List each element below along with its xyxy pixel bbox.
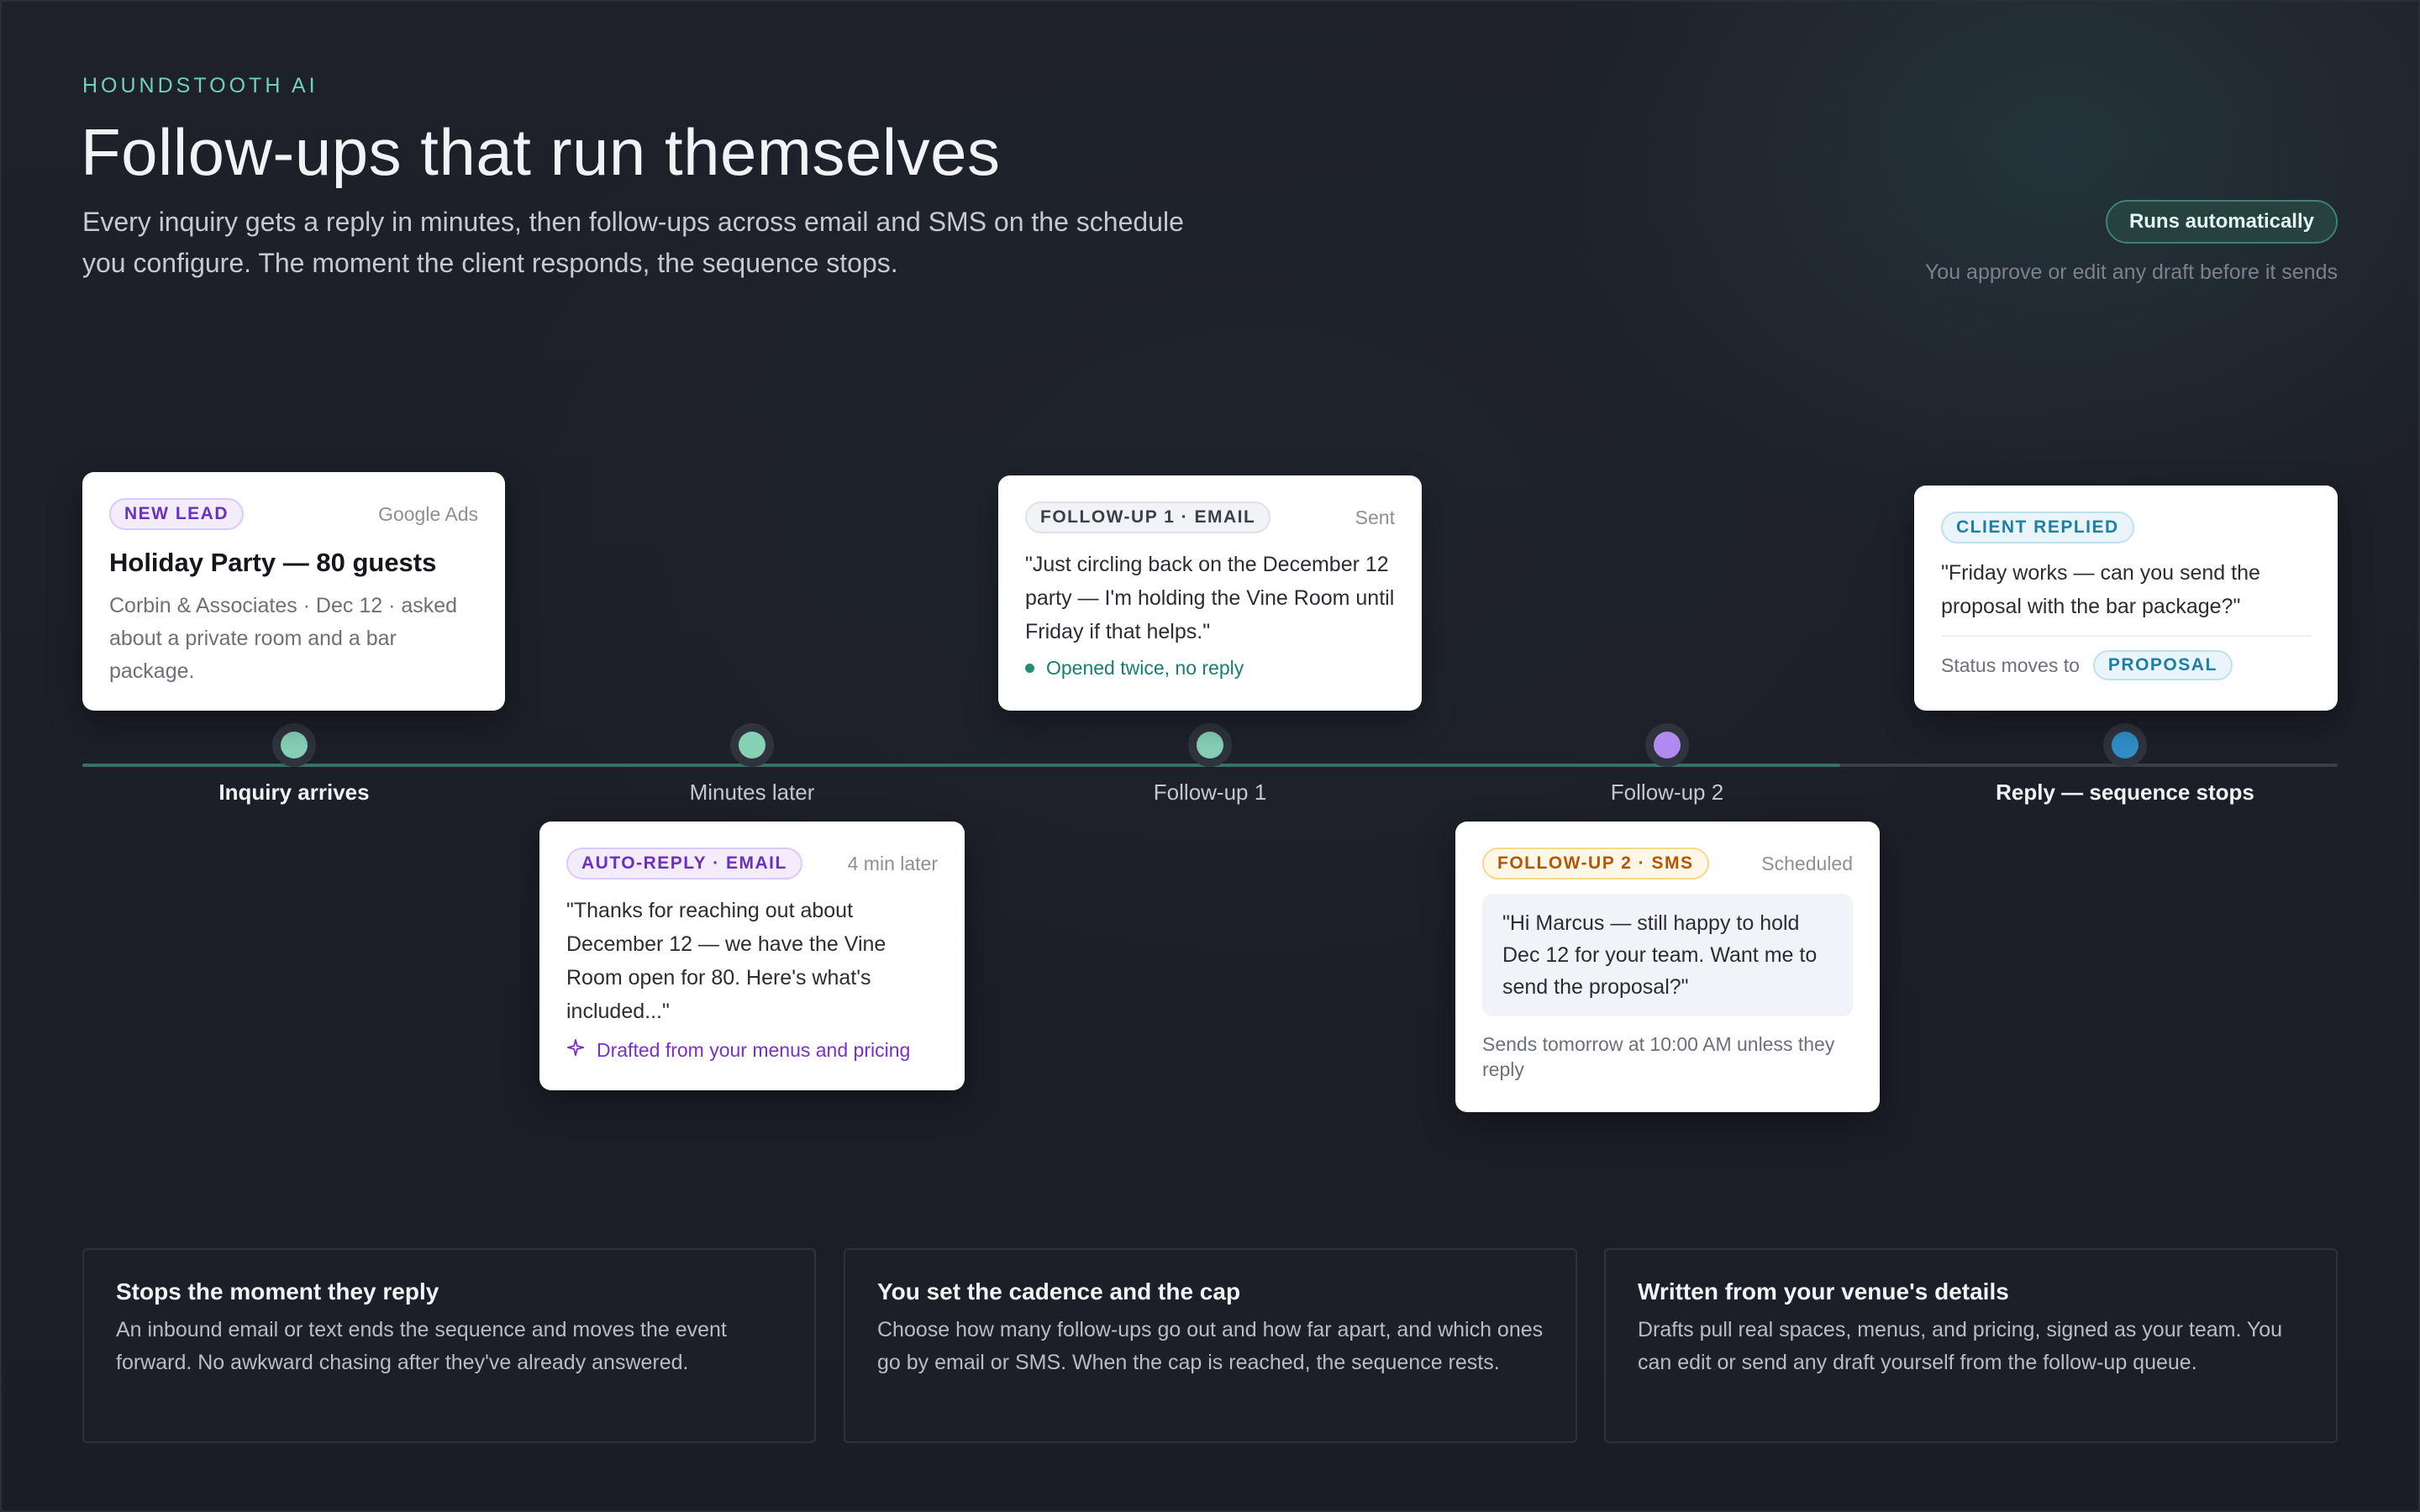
timeline-progress bbox=[82, 764, 1840, 767]
feature-card-venue-details: Written from your venue's details Drafts… bbox=[1604, 1248, 2338, 1443]
lead-details: Corbin & Associates · Dec 12 · asked abo… bbox=[109, 594, 458, 683]
brand-eyebrow: HOUNDSTOOTH AI bbox=[82, 74, 318, 97]
follow-up-2-status: Scheduled bbox=[1761, 852, 1853, 874]
client-replied-badge: CLIENT REPLIED bbox=[1941, 512, 2134, 543]
feature-title: Written from your venue's details bbox=[1638, 1278, 2009, 1305]
timeline-node-follow-up-1 bbox=[1188, 723, 1232, 767]
status-change-label: Status moves to bbox=[1941, 654, 2080, 676]
timeline-node-reply bbox=[2103, 723, 2147, 767]
step-label-reply: Reply — sequence stops bbox=[1996, 780, 2254, 805]
status-change-row: Status moves to PROPOSAL bbox=[1941, 635, 2311, 680]
feature-text: An inbound email or text ends the sequen… bbox=[116, 1318, 727, 1374]
auto-reply-footer-text: Drafted from your menus and pricing bbox=[597, 1038, 911, 1061]
approve-note: You approve or edit any draft before it … bbox=[1924, 260, 2338, 284]
runs-automatically-badge: Runs automatically bbox=[2105, 200, 2338, 244]
step-label-follow-up-2: Follow-up 2 bbox=[1610, 780, 1724, 805]
lead-source: Google Ads bbox=[378, 502, 478, 525]
auto-reply-timing: 4 min later bbox=[847, 852, 938, 874]
auto-reply-quote: "Thanks for reaching out about December … bbox=[566, 899, 886, 1023]
proposal-status-badge: PROPOSAL bbox=[2092, 650, 2233, 680]
new-lead-badge: NEW LEAD bbox=[109, 498, 244, 530]
step-label-inquiry: Inquiry arrives bbox=[218, 780, 370, 805]
lead-title: Holiday Party — 80 guests bbox=[109, 548, 437, 577]
status-dot-icon bbox=[1025, 664, 1034, 673]
client-reply-quote: "Friday works — can you send the proposa… bbox=[1941, 561, 2260, 618]
feature-card-cadence: You set the cadence and the cap Choose h… bbox=[844, 1248, 1577, 1443]
follow-up-2-card[interactable]: FOLLOW-UP 2 · SMS Scheduled "Hi Marcus —… bbox=[1455, 822, 1880, 1112]
feature-title: Stops the moment they reply bbox=[116, 1278, 439, 1305]
follow-up-1-footer: Opened twice, no reply bbox=[1025, 657, 1395, 680]
timeline-node-minutes-later bbox=[730, 723, 774, 767]
auto-reply-badge: AUTO-REPLY · EMAIL bbox=[566, 848, 802, 879]
feature-title: You set the cadence and the cap bbox=[877, 1278, 1241, 1305]
follow-up-1-footer-text: Opened twice, no reply bbox=[1046, 657, 1244, 679]
feature-text: Drafts pull real spaces, menus, and pric… bbox=[1638, 1318, 2283, 1374]
auto-reply-card[interactable]: AUTO-REPLY · EMAIL 4 min later "Thanks f… bbox=[539, 822, 965, 1090]
sparkle-icon bbox=[566, 1038, 585, 1062]
timeline-node-follow-up-2 bbox=[1645, 723, 1689, 767]
feature-card-stops: Stops the moment they reply An inbound e… bbox=[82, 1248, 816, 1443]
page-title: Follow-ups that run themselves bbox=[81, 115, 1001, 189]
follow-up-2-schedule-note: Sends tomorrow at 10:00 AM unless they r… bbox=[1482, 1033, 1835, 1080]
feature-text: Choose how many follow-ups go out and ho… bbox=[877, 1318, 1544, 1374]
follow-up-1-status: Sent bbox=[1355, 506, 1395, 528]
timeline-node-inquiry bbox=[272, 723, 316, 767]
sms-preview: "Hi Marcus — still happy to hold Dec 12 … bbox=[1482, 894, 1853, 1016]
step-label-minutes-later: Minutes later bbox=[689, 780, 815, 805]
new-lead-card[interactable]: NEW LEAD Google Ads Holiday Party — 80 g… bbox=[82, 472, 505, 711]
follow-up-2-badge: FOLLOW-UP 2 · SMS bbox=[1482, 848, 1709, 879]
follow-up-1-card[interactable]: FOLLOW-UP 1 · EMAIL Sent "Just circling … bbox=[998, 475, 1422, 711]
follow-up-1-quote: "Just circling back on the December 12 p… bbox=[1025, 553, 1395, 643]
follow-up-1-badge: FOLLOW-UP 1 · EMAIL bbox=[1025, 501, 1271, 533]
step-label-follow-up-1: Follow-up 1 bbox=[1153, 780, 1267, 805]
page-subtitle: Every inquiry gets a reply in minutes, t… bbox=[82, 207, 1184, 278]
client-replied-card[interactable]: CLIENT REPLIED "Friday works — can you s… bbox=[1914, 486, 2338, 711]
auto-reply-footer: Drafted from your menus and pricing bbox=[566, 1038, 938, 1062]
